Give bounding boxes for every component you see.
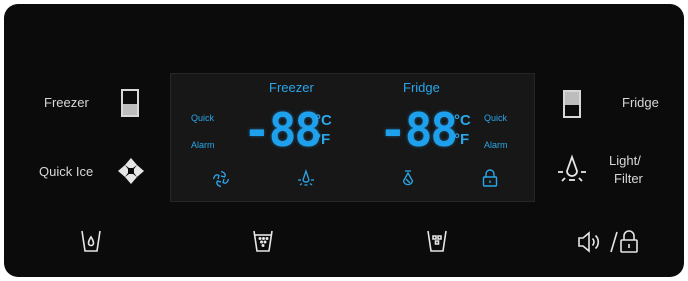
crushed-ice-button[interactable] [425, 229, 449, 253]
light-filter-button[interactable] [555, 154, 589, 188]
control-panel: Freezer Quick Ice Freezer Fridge Quick A… [4, 4, 684, 277]
lcd-light-icon [298, 168, 314, 186]
freezer-temperature: -88 [243, 103, 322, 157]
sound-lock-icon [578, 230, 638, 253]
quick-ice-label: Quick Ice [39, 164, 94, 179]
quick-ice-button[interactable] [116, 156, 146, 186]
fridge-label: Fridge [622, 95, 659, 110]
quick-ice-icon [118, 158, 144, 184]
lcd-display: Freezer Fridge Quick Alarm -88 °C °F -88… [170, 73, 535, 202]
quick-indicator-right: Quick [484, 113, 508, 123]
water-button[interactable] [79, 229, 103, 253]
light-bulb-icon [558, 154, 586, 182]
freezer-unit-f: °F [315, 131, 331, 148]
water-glass-icon [81, 230, 101, 252]
alarm-indicator-left: Alarm [191, 140, 215, 150]
lcd-filter-icon [402, 170, 414, 186]
fridge-unit-c: °C [454, 112, 471, 129]
fridge-title: Fridge [403, 80, 440, 95]
sound-lock-button[interactable] [577, 229, 639, 255]
fridge-unit-f: °F [454, 131, 470, 148]
crushed-ice-glass-icon [427, 230, 447, 252]
cubed-ice-glass-icon [253, 230, 273, 252]
freezer-compartment-icon [121, 89, 139, 117]
cubed-ice-button[interactable] [251, 229, 275, 253]
fridge-compartment-icon [563, 90, 581, 118]
freezer-button[interactable] [120, 88, 140, 118]
fridge-temperature: -88 [379, 103, 458, 157]
freezer-unit-c: °C [315, 112, 332, 129]
lcd-lock-icon [482, 169, 498, 187]
light-filter-label-line2: Filter [614, 171, 643, 186]
light-filter-label-line1: Light/ [609, 153, 641, 168]
freezer-label: Freezer [44, 95, 89, 110]
ice-maker-icon [212, 170, 230, 188]
alarm-indicator-right: Alarm [484, 140, 508, 150]
fridge-button[interactable] [562, 89, 582, 119]
quick-indicator-left: Quick [191, 113, 215, 123]
freezer-title: Freezer [269, 80, 314, 95]
